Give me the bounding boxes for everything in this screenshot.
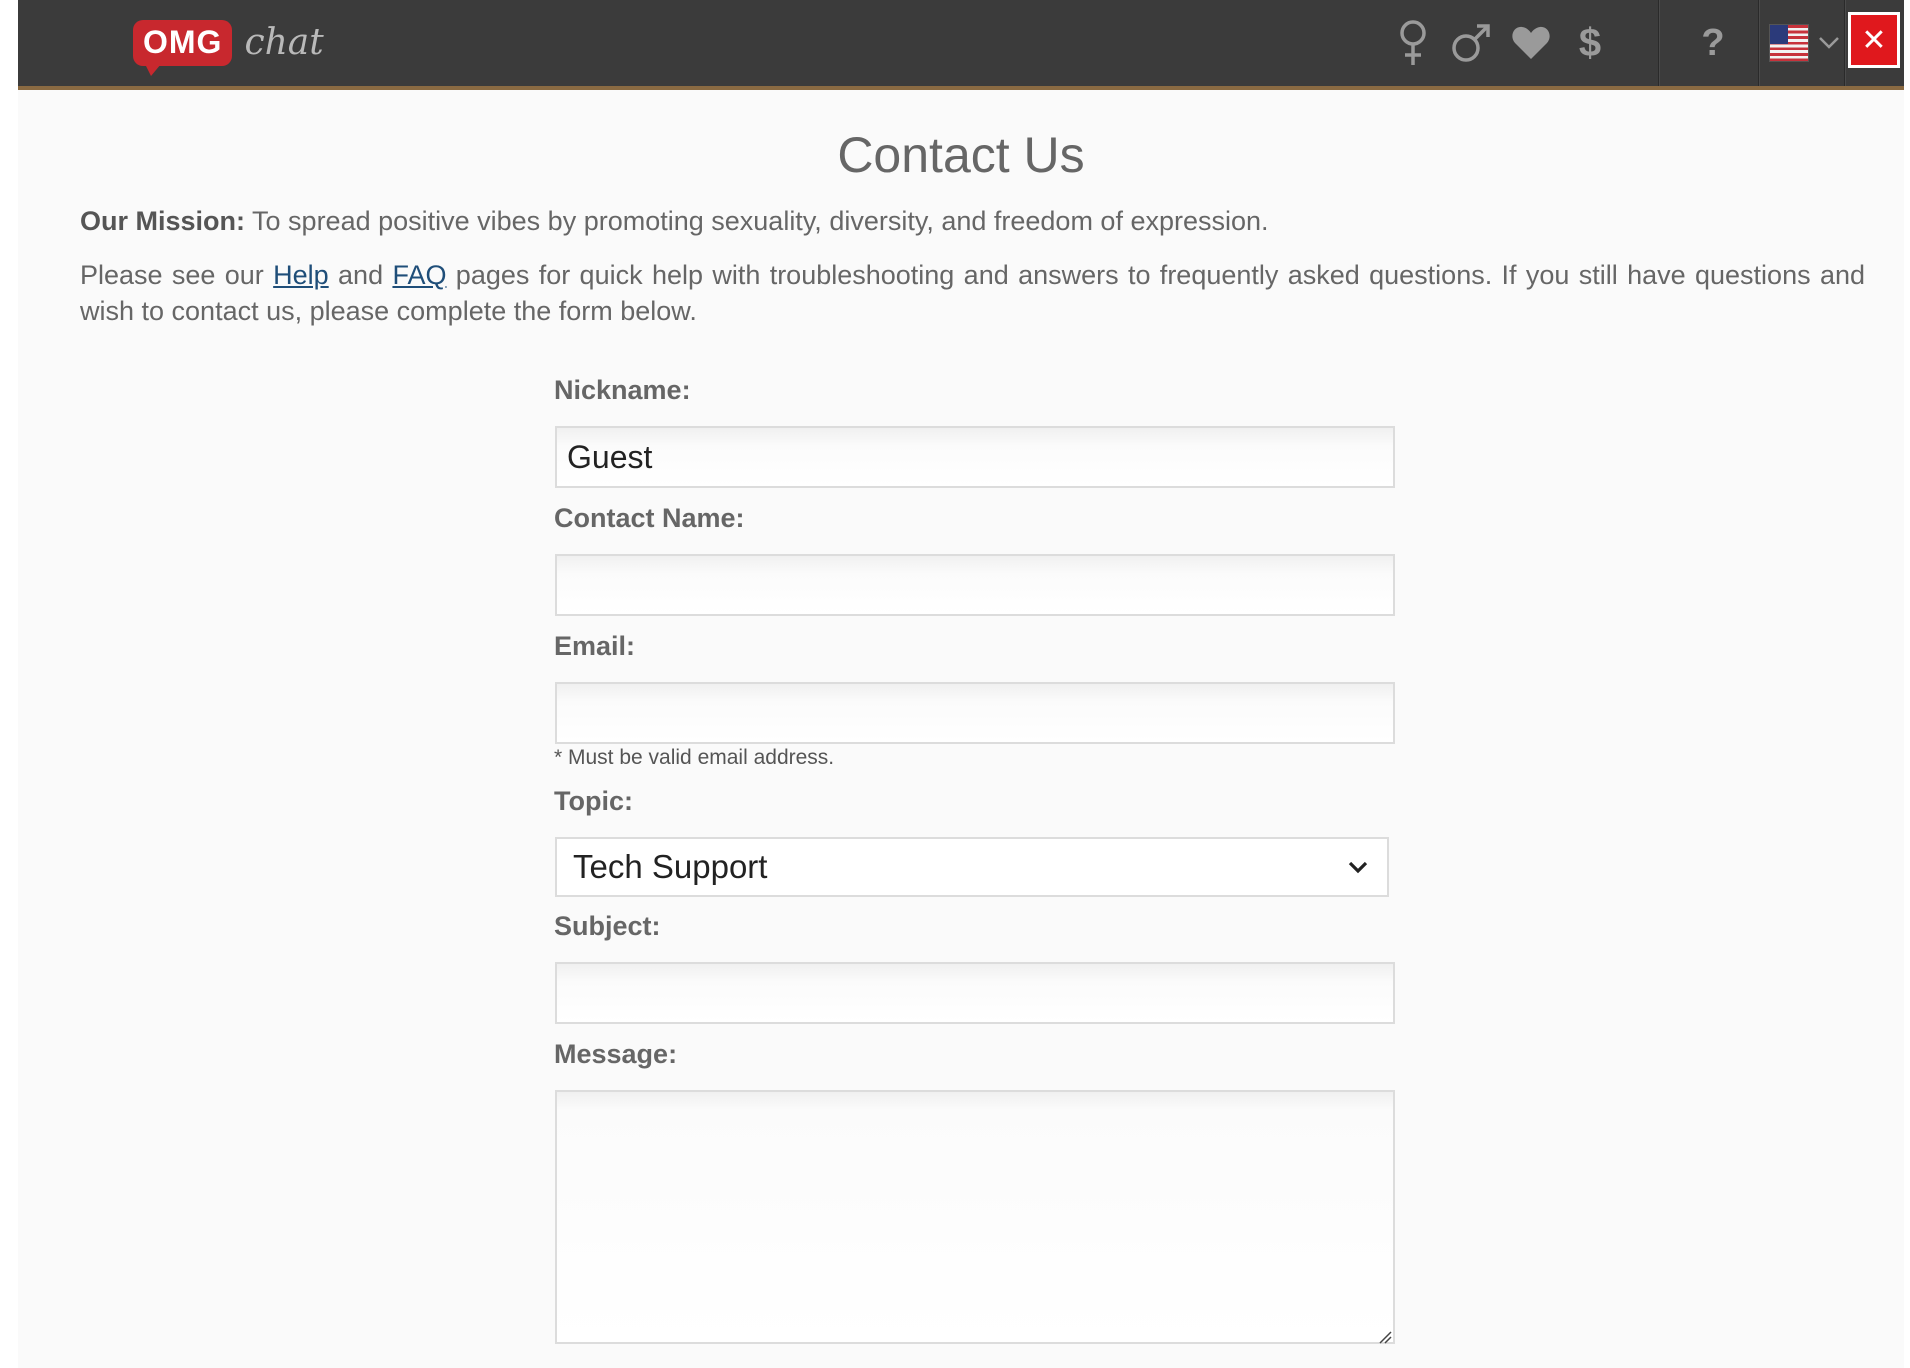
subject-input[interactable] — [555, 962, 1395, 1024]
email-hint: * Must be valid email address. — [554, 746, 835, 769]
contact-name-input[interactable] — [555, 554, 1395, 616]
topic-label: Topic: — [554, 786, 633, 816]
us-flag-icon[interactable] — [1764, 0, 1814, 86]
page-title: Contact Us — [837, 127, 1085, 183]
dollar-icon[interactable]: $ — [1565, 0, 1615, 86]
email-input[interactable] — [555, 682, 1395, 744]
heart-icon[interactable] — [1506, 0, 1556, 86]
male-icon[interactable] — [1446, 0, 1496, 86]
topic-select[interactable]: Tech Support — [555, 837, 1389, 897]
chevron-down-icon — [1343, 852, 1373, 882]
help-link[interactable]: Help — [273, 260, 329, 290]
close-button[interactable]: ✕ — [1848, 12, 1900, 68]
help-icon[interactable]: ? — [1678, 0, 1748, 86]
help-prefix: Please see our — [80, 260, 274, 290]
nickname-label: Nickname: — [554, 375, 691, 405]
nav-divider — [1844, 0, 1845, 86]
logo-badge: OMG — [133, 20, 233, 76]
omg-chat-logo[interactable]: OMG chat — [133, 20, 324, 76]
help-mid: and — [328, 260, 393, 290]
nav-divider — [1658, 0, 1659, 86]
subject-label: Subject: — [554, 911, 661, 941]
nav-divider — [1758, 0, 1759, 86]
nickname-input[interactable] — [555, 426, 1395, 488]
email-label: Email: — [554, 631, 636, 661]
help-paragraph: Please see our Help and FAQ pages for qu… — [80, 257, 1865, 329]
mission-label: Our Mission: — [80, 206, 246, 236]
chevron-down-icon[interactable] — [1816, 0, 1842, 86]
female-icon[interactable] — [1388, 0, 1438, 86]
faq-link[interactable]: FAQ — [392, 260, 446, 290]
resize-grip-icon[interactable] — [1378, 1330, 1392, 1344]
mission-statement: Our Mission: To spread positive vibes by… — [80, 203, 1860, 239]
top-navigation-bar: OMG chat $ ? ✕ — [18, 0, 1904, 90]
topic-selected-value: Tech Support — [573, 848, 768, 885]
message-textarea[interactable] — [555, 1090, 1395, 1344]
mission-text: To spread positive vibes by promoting se… — [245, 206, 1269, 236]
contact-name-label: Contact Name: — [554, 503, 745, 533]
contact-page: OMG chat $ ? ✕ Contact Us Our Mission: T… — [18, 0, 1904, 1368]
logo-text: chat — [244, 22, 324, 63]
message-label: Message: — [554, 1039, 678, 1069]
